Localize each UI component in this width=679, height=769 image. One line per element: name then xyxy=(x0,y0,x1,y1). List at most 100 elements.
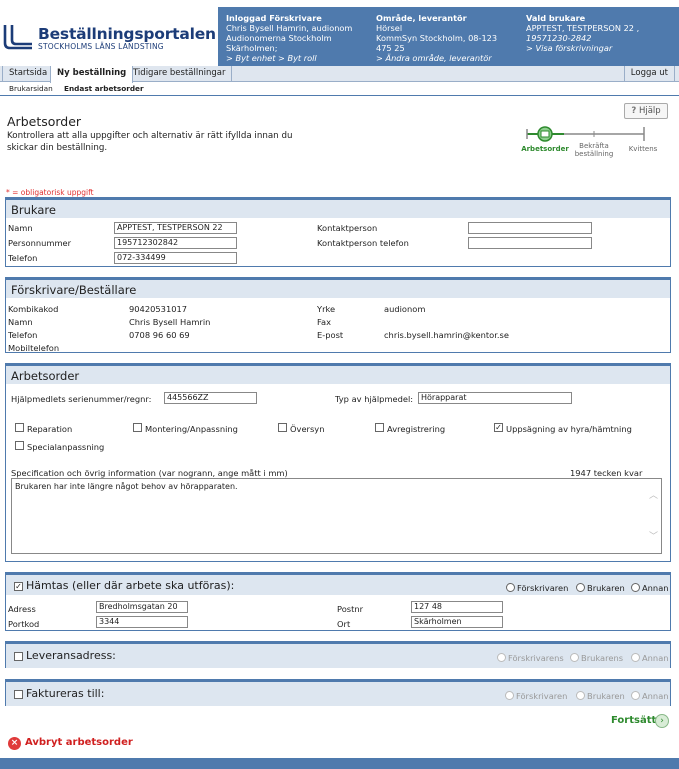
field-label: E-post xyxy=(317,330,344,340)
radio-brukarens[interactable] xyxy=(570,653,579,662)
radio-brukaren[interactable] xyxy=(576,583,585,592)
logout-button[interactable]: Logga ut xyxy=(623,66,675,82)
subtab-endast-arbetsorder[interactable]: Endast arbetsorder xyxy=(64,84,144,93)
close-icon[interactable]: × xyxy=(8,737,21,750)
field-label: Telefon xyxy=(8,253,38,263)
change-unit-role-link[interactable]: > Byt enhet > Byt roll xyxy=(226,53,374,63)
personnummer-input[interactable]: 195712302842 xyxy=(114,237,237,249)
section-header: Leveransadress: Förskrivarens Brukarens … xyxy=(6,641,670,668)
main-nav: Startsida Ny beställning Tidigare bestäl… xyxy=(0,66,679,83)
section-brukare: Brukare Namn APPTEST, TESTPERSON 22 Pers… xyxy=(5,197,671,267)
radio-label: Förskrivaren xyxy=(517,583,569,593)
email-value: chris.bysell.hamrin@kentor.se xyxy=(384,330,509,340)
scroll-down-icon[interactable]: ﹀ xyxy=(649,529,658,542)
contact-phone-input[interactable] xyxy=(468,237,592,249)
aid-type-input[interactable]: Hörapparat xyxy=(418,392,572,404)
selected-user-info: Vald brukare APPTEST, TESTPERSON 22 , 19… xyxy=(526,13,674,53)
name-input[interactable]: APPTEST, TESTPERSON 22 xyxy=(114,222,237,234)
radio-label: Annan xyxy=(642,653,669,663)
prescriber-name-value: Chris Bysell Hamrin xyxy=(129,317,211,327)
specification-text: Brukaren har inte längre något behov av … xyxy=(15,482,238,491)
field-label: Kombikakod xyxy=(8,304,59,314)
area-line: Hörsel xyxy=(376,23,403,33)
tab-startsida[interactable]: Startsida xyxy=(2,66,55,82)
radio-forskrivarens[interactable] xyxy=(497,653,506,662)
change-area-link[interactable]: > Ändra område, leverantör xyxy=(376,53,524,63)
arrow-right-icon[interactable]: › xyxy=(655,714,669,728)
checkbox-specialanpassning[interactable] xyxy=(15,441,24,450)
section-header: Faktureras till: Förskrivaren Brukaren A… xyxy=(6,679,670,706)
field-label: Ort xyxy=(337,619,351,629)
tab-tidigare-bestallningar[interactable]: Tidigare beställningar xyxy=(127,66,233,82)
checkbox-leverans[interactable] xyxy=(14,652,23,661)
section-title: Hämtas (eller där arbete ska utföras): xyxy=(26,579,235,592)
sub-nav: Brukarsidan Endast arbetsorder xyxy=(0,82,679,96)
phone-input[interactable]: 072-334499 xyxy=(114,252,237,264)
radio-label: Brukaren xyxy=(587,691,625,701)
continue-button[interactable]: Fortsätt xyxy=(611,715,656,726)
required-note: * = obligatorisk uppgift xyxy=(6,188,94,197)
selected-user-heading: Vald brukare xyxy=(526,13,586,23)
checkbox-oversyn[interactable] xyxy=(278,423,287,432)
radio-annan[interactable] xyxy=(631,583,640,592)
scroll-up-icon[interactable]: ︿ xyxy=(649,488,658,501)
radio-label: Annan xyxy=(642,691,669,701)
contact-person-input[interactable] xyxy=(468,222,592,234)
field-label: Yrke xyxy=(317,304,336,314)
prescriber-phone-value: 0708 96 60 69 xyxy=(129,330,190,340)
radio-annan[interactable] xyxy=(631,653,640,662)
radio-label: Brukaren xyxy=(587,583,625,593)
ort-input[interactable]: Skärholmen xyxy=(411,616,503,628)
portkod-input[interactable]: 3344 xyxy=(96,616,188,628)
radio-label: Brukarens xyxy=(581,653,624,663)
cancel-button[interactable]: Avbryt arbetsorder xyxy=(25,737,133,748)
field-label: Typ av hjälpmedel: xyxy=(335,394,414,404)
area-info: Område, leverantör Hörsel KommSyn Stockh… xyxy=(376,13,524,63)
field-label: Namn xyxy=(8,223,33,233)
show-prescriptions-link[interactable]: > Visa förskrivningar xyxy=(526,43,674,53)
section-faktura: Faktureras till: Förskrivaren Brukaren A… xyxy=(5,679,671,706)
radio-annan[interactable] xyxy=(631,691,640,700)
option-label: Reparation xyxy=(27,424,73,434)
checkbox-avregistrering[interactable] xyxy=(375,423,384,432)
option-label: Översyn xyxy=(290,424,325,434)
field-label: Portkod xyxy=(8,619,40,629)
step-kvittens: Kvittens xyxy=(628,145,658,153)
radio-forskrivaren[interactable] xyxy=(506,583,515,592)
radio-brukaren[interactable] xyxy=(576,691,585,700)
option-label: Specialanpassning xyxy=(27,442,105,452)
logged-in-line: Audionomerna Stockholm xyxy=(226,33,332,43)
step-bekrafta: Bekräfta beställning xyxy=(574,142,614,158)
brand-title: Beställningsportalen xyxy=(38,25,216,43)
checkbox-reparation[interactable] xyxy=(15,423,24,432)
address-input[interactable]: Bredholmsgatan 20 xyxy=(96,601,188,613)
field-label: Adress xyxy=(8,604,36,614)
field-label: Personnummer xyxy=(8,238,72,248)
selected-user-pnr: 19571230-2842 xyxy=(526,33,592,43)
section-title: Förskrivare/Beställare xyxy=(6,277,670,298)
radio-forskrivaren[interactable] xyxy=(505,691,514,700)
checkbox-faktura[interactable] xyxy=(14,690,23,699)
spec-label: Specification och övrig information (var… xyxy=(11,468,288,478)
logged-in-line: Chris Bysell Hamrin, audionom xyxy=(226,23,353,33)
section-hamtas: ✓ Hämtas (eller där arbete ska utföras):… xyxy=(5,572,671,631)
tab-ny-bestallning[interactable]: Ny beställning xyxy=(50,66,134,83)
checkbox-montering[interactable] xyxy=(133,423,142,432)
footer-bar xyxy=(0,758,679,769)
subtab-brukarsidan[interactable]: Brukarsidan xyxy=(9,84,53,93)
option-label: Avregistrering xyxy=(387,424,446,434)
area-line: 475 25 xyxy=(376,43,405,53)
info-bar: Inloggad Förskrivare Chris Bysell Hamrin… xyxy=(218,7,679,66)
help-label: Hjälp xyxy=(638,106,661,116)
checkbox-uppsagning[interactable]: ✓ xyxy=(494,423,503,432)
checkbox-hamtas[interactable]: ✓ xyxy=(14,582,23,591)
specification-textarea[interactable]: Brukaren har inte längre något behov av … xyxy=(11,478,662,554)
help-button[interactable]: ? Hjälp xyxy=(624,103,668,119)
postnr-input[interactable]: 127 48 xyxy=(411,601,503,613)
question-icon: ? xyxy=(631,106,637,116)
progress-steps: Arbetsorder Bekräfta beställning Kvitten… xyxy=(521,124,664,169)
area-line: KommSyn Stockholm, 08-123 xyxy=(376,33,498,43)
logged-in-line: Skärholmen; xyxy=(226,43,278,53)
section-title: Faktureras till: xyxy=(26,687,105,700)
serial-number-input[interactable]: 445566ZZ xyxy=(164,392,257,404)
